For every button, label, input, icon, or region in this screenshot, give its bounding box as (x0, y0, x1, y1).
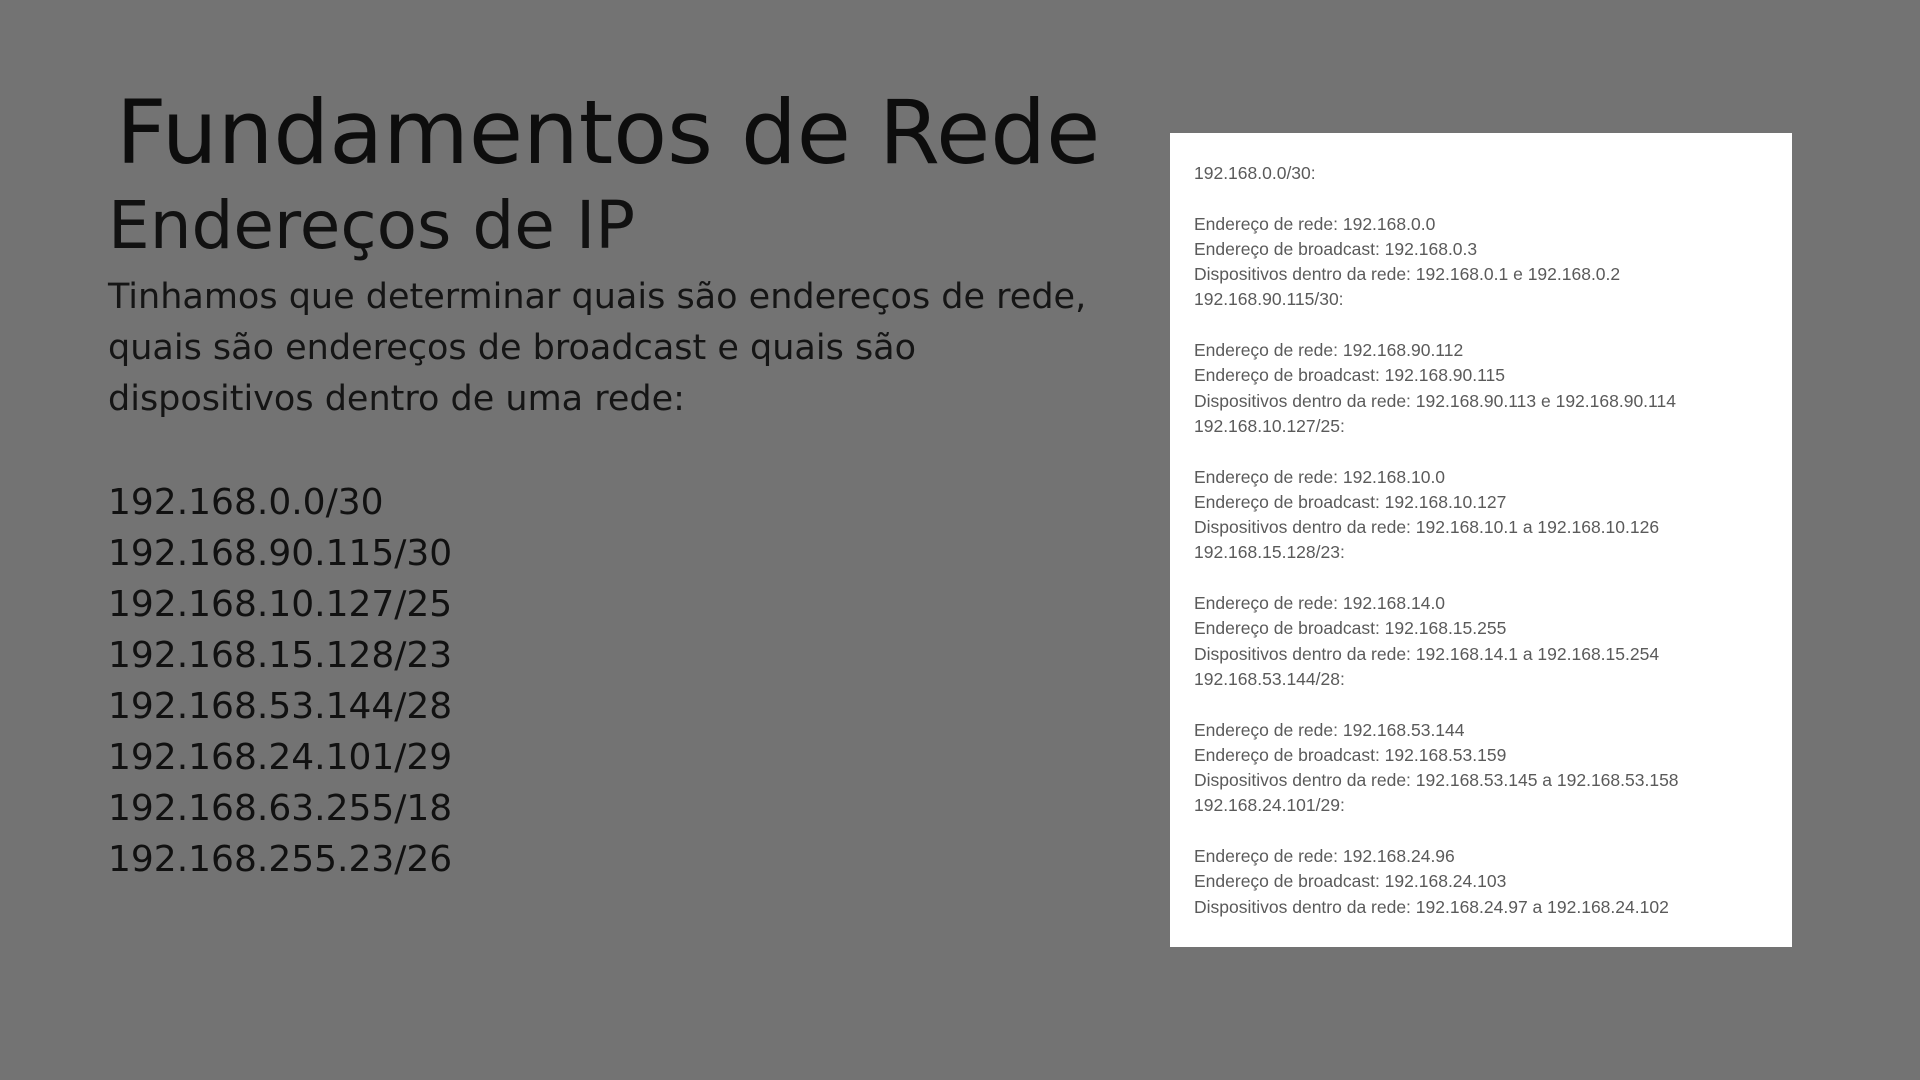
ip-address-item: 192.168.53.144/28 (108, 686, 453, 727)
answer-line: Endereço de rede: 192.168.53.144 (1194, 719, 1465, 740)
answer-blank-line (1194, 692, 1792, 717)
answer-line: Dispositivos dentro da rede: 192.168.53.… (1194, 770, 1679, 791)
ip-address-item: 192.168.63.255/18 (108, 788, 453, 829)
answers-image-card: 192.168.0.0/30: Endereço de rede: 192.16… (1170, 133, 1792, 947)
answer-blank-line (1194, 819, 1792, 844)
answer-line: Endereço de broadcast: 192.168.24.103 (1194, 871, 1507, 892)
answer-line: 192.168.0.0/30: (1194, 163, 1316, 183)
answer-line: Dispositivos dentro da rede: 192.168.10.… (1194, 517, 1660, 538)
answer-blank-line (1194, 439, 1792, 464)
answer-line: Dispositivos dentro da rede: 192.168.24.… (1194, 896, 1669, 917)
answer-line: Dispositivos dentro da rede: 192.168.0.1… (1194, 264, 1621, 285)
slide: Fundamentos de Rede Endereços de IP Tinh… (0, 0, 1920, 1080)
answer-blank-line (1194, 313, 1792, 338)
answer-line: 192.168.15.128/23: (1194, 542, 1345, 563)
answer-line: 192.168.53.144/28: (1194, 668, 1345, 689)
answer-line: Endereço de broadcast: 192.168.53.159 (1194, 744, 1507, 765)
answer-line: 192.168.10.127/25: (1194, 415, 1345, 436)
answer-line: Endereço de rede: 192.168.0.0 (1194, 213, 1436, 234)
ip-address-list: 192.168.0.0/30 192.168.90.115/30 192.168… (108, 477, 452, 885)
ip-address-item: 192.168.10.127/25 (108, 584, 453, 625)
ip-address-item: 192.168.0.0/30 (108, 482, 384, 523)
answer-line: Endereço de broadcast: 192.168.90.115 (1194, 365, 1506, 386)
ip-address-item: 192.168.15.128/23 (108, 635, 453, 676)
ip-address-item: 192.168.255.23/26 (108, 839, 453, 880)
answer-line: Dispositivos dentro da rede: 192.168.90.… (1194, 390, 1676, 411)
answer-line: Dispositivos dentro da rede: 192.168.14.… (1194, 643, 1660, 664)
intro-text: Tinhamos que determinar quais são endere… (108, 277, 1087, 419)
answer-line: Endereço de rede: 192.168.90.112 (1194, 340, 1464, 361)
slide-subtitle: Endereços de IP (108, 187, 636, 264)
answer-line: Endereço de rede: 192.168.10.0 (1194, 466, 1446, 487)
ip-address-item: 192.168.90.115/30 (108, 533, 453, 574)
slide-title: Fundamentos de Rede (116, 81, 1101, 184)
answer-line: Endereço de broadcast: 192.168.0.3 (1194, 238, 1478, 259)
ip-address-item: 192.168.24.101/29 (108, 737, 453, 778)
answer-blank-line (1194, 186, 1792, 211)
answer-blank-line (1194, 566, 1792, 591)
answer-line: Endereço de rede: 192.168.14.0 (1194, 593, 1446, 614)
answer-line: 192.168.90.115/30: (1194, 289, 1344, 310)
answer-line: 192.168.24.101/29: (1194, 795, 1345, 816)
answer-line: Endereço de broadcast: 192.168.15.255 (1194, 618, 1507, 639)
answer-line: Endereço de broadcast: 192.168.10.127 (1194, 491, 1507, 512)
answer-line: Endereço de rede: 192.168.24.96 (1194, 846, 1455, 867)
